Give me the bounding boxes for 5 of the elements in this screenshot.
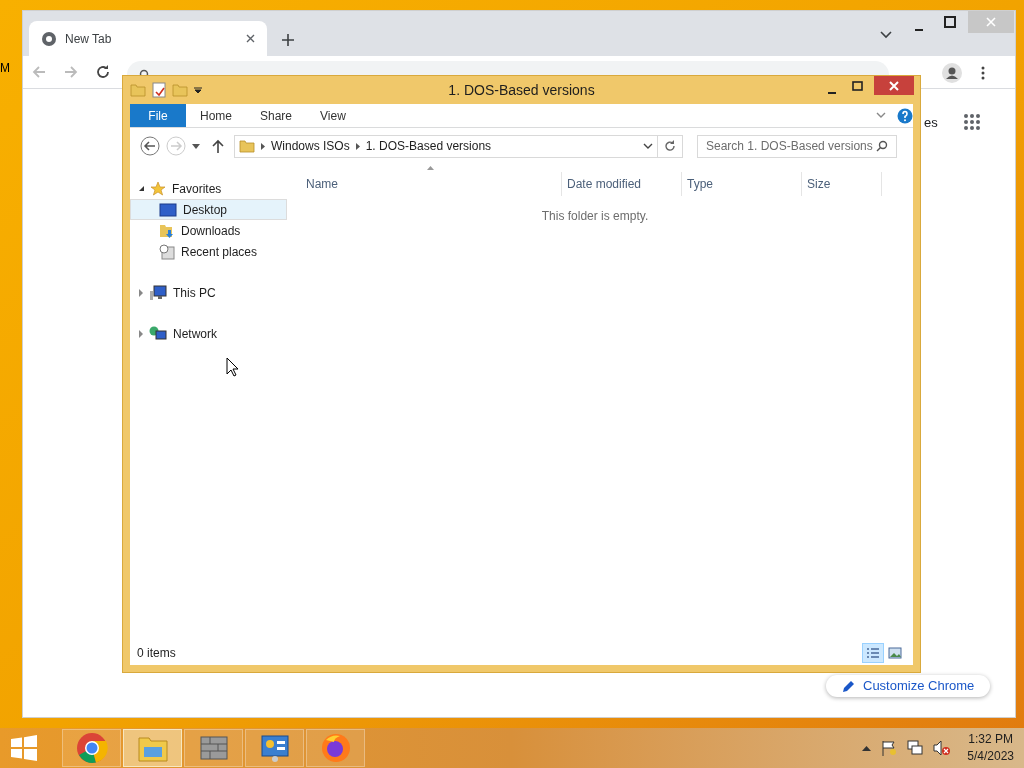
item-count: 0 items [137, 645, 177, 662]
tab-title: New Tab [65, 30, 113, 48]
empty-folder-message: This folder is empty. [541, 208, 649, 225]
window-title: 1. DOS-Based versions [448, 80, 595, 100]
desktop-icon-label: M [0, 60, 10, 77]
